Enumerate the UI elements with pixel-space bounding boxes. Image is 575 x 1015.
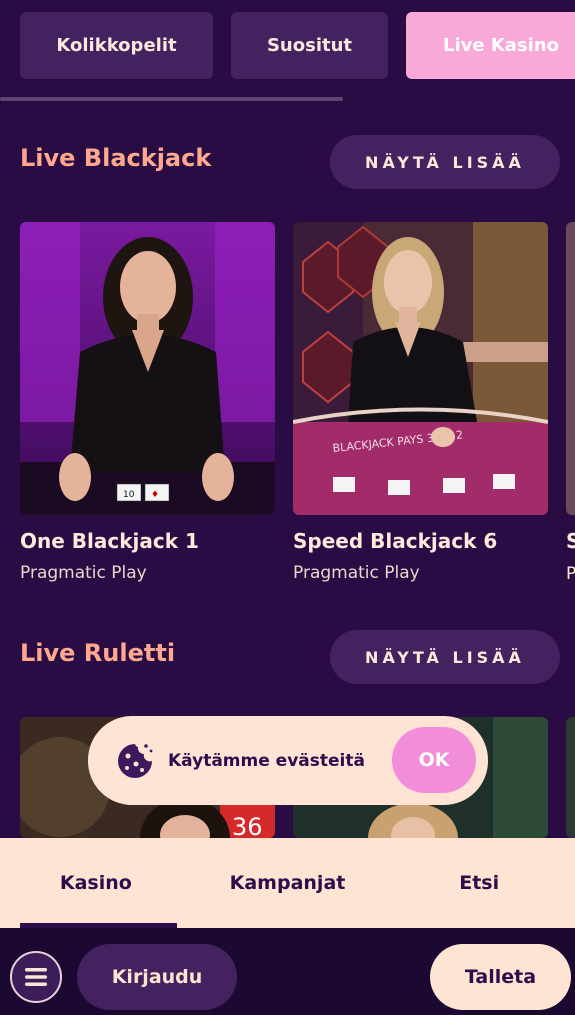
next-game-card-peek[interactable] bbox=[566, 222, 575, 515]
bottom-action-bar: Kirjaudu Talleta bbox=[0, 928, 575, 1015]
cookie-banner: Käytämme evästeitä OK bbox=[88, 716, 488, 805]
svg-text:10: 10 bbox=[123, 490, 135, 500]
deposit-button[interactable]: Talleta bbox=[430, 944, 571, 1010]
game-card-one-blackjack[interactable]: 10 ♦ One Blackjack 1 Pragmatic Play bbox=[20, 222, 275, 583]
next-game-provider-peek: P bbox=[566, 564, 575, 584]
game-title: Speed Blackjack 6 bbox=[293, 529, 498, 553]
cookie-ok-button[interactable]: OK bbox=[392, 727, 476, 793]
hamburger-icon bbox=[25, 968, 47, 986]
tab-kolikkopelit[interactable]: Kolikkopelit bbox=[20, 12, 213, 79]
tab-suositut[interactable]: Suositut bbox=[231, 12, 388, 79]
game-title: One Blackjack 1 bbox=[20, 529, 199, 553]
game-provider: Pragmatic Play bbox=[293, 563, 420, 583]
tabs-scroll-indicator bbox=[0, 97, 343, 101]
section-title-live-ruletti: Live Ruletti bbox=[20, 639, 176, 667]
game-thumbnail[interactable]: BLACKJACK PAYS 3 TO 2 bbox=[293, 222, 548, 515]
section-title-live-blackjack: Live Blackjack bbox=[20, 144, 212, 172]
tab-kasino[interactable]: Kasino bbox=[0, 838, 192, 928]
game-provider: Pragmatic Play bbox=[20, 563, 147, 583]
menu-button[interactable] bbox=[10, 951, 62, 1003]
login-button[interactable]: Kirjaudu bbox=[77, 944, 237, 1010]
show-more-button-blackjack[interactable]: NÄYTÄ LISÄÄ bbox=[330, 135, 560, 189]
next-roulette-card-peek[interactable] bbox=[566, 717, 575, 838]
category-tabs: Kolikkopelit Suositut Live Kasino bbox=[20, 12, 575, 79]
bottom-section-tabs: Kasino Kampanjat Etsi bbox=[0, 838, 575, 928]
svg-text:36: 36 bbox=[232, 813, 263, 838]
tab-kampanjat[interactable]: Kampanjat bbox=[192, 838, 384, 928]
cookie-message: Käytämme evästeitä bbox=[168, 750, 365, 771]
next-game-title-peek: S bbox=[566, 529, 575, 553]
svg-text:♦: ♦ bbox=[151, 490, 159, 500]
cookie-icon bbox=[118, 743, 153, 778]
show-more-button-ruletti[interactable]: NÄYTÄ LISÄÄ bbox=[330, 630, 560, 684]
tab-live-kasino[interactable]: Live Kasino bbox=[406, 12, 575, 79]
tab-etsi[interactable]: Etsi bbox=[383, 838, 575, 928]
game-card-speed-blackjack[interactable]: BLACKJACK PAYS 3 TO 2 Speed Blackjack 6 … bbox=[293, 222, 548, 583]
game-thumbnail[interactable]: 10 ♦ bbox=[20, 222, 275, 515]
